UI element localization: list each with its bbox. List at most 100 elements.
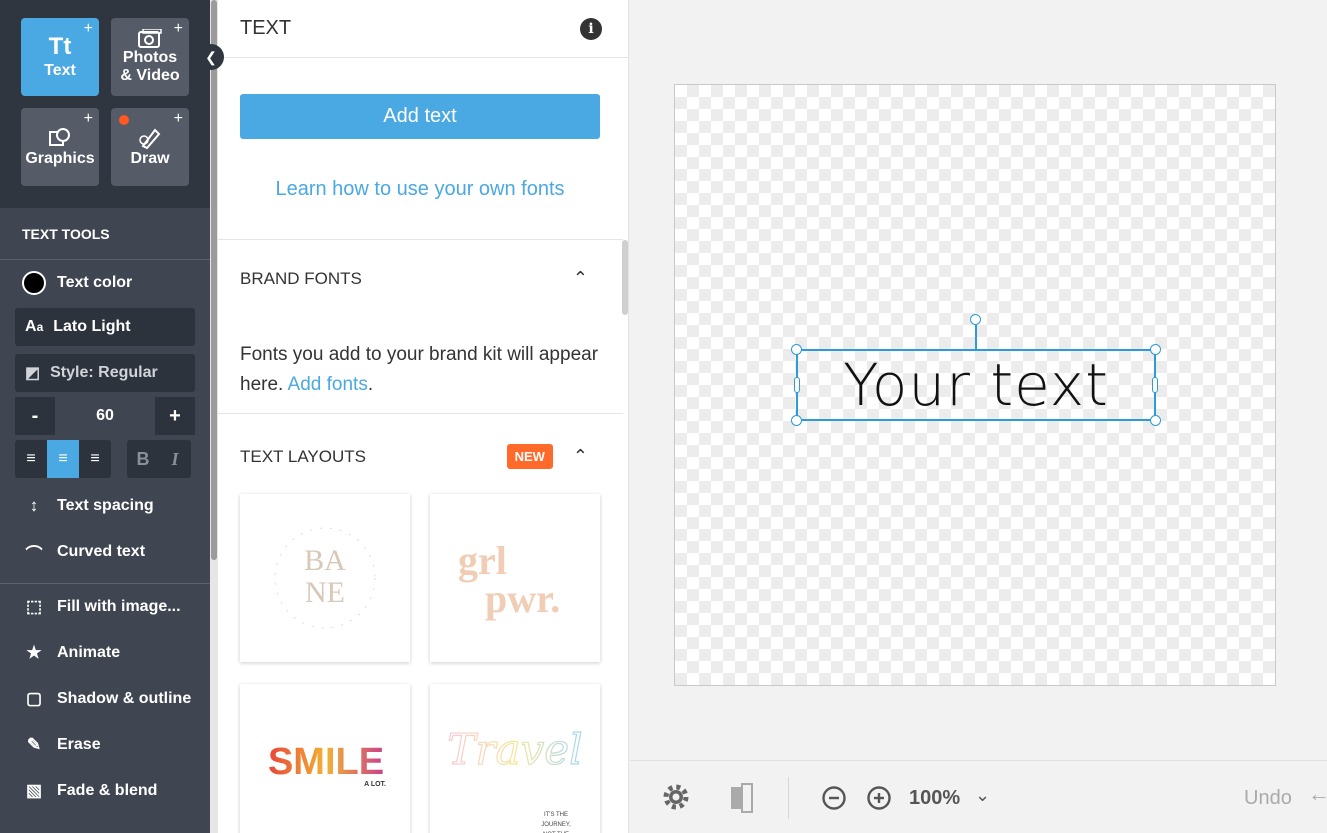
chevron-up-icon[interactable]: ⌃ xyxy=(573,446,588,467)
layout-sub: A LOT. xyxy=(364,781,386,788)
bold-button[interactable]: B xyxy=(127,440,159,478)
font-name: Lato Light xyxy=(53,318,131,335)
plus-circle-icon xyxy=(867,786,891,810)
graphics-tool-button[interactable]: + Graphics xyxy=(21,108,99,186)
fade-icon: ▧ xyxy=(25,781,43,800)
curved-text-row[interactable]: ⌒ Curved text xyxy=(0,529,210,575)
size-increase-button[interactable]: + xyxy=(155,397,195,435)
text-layout-card[interactable]: SMILE A LOT. xyxy=(240,684,410,833)
font-size-stepper[interactable]: - 60 + xyxy=(15,397,195,435)
layout-main: Travel xyxy=(447,725,582,774)
text-tool-button[interactable]: + Tt Text xyxy=(21,18,99,96)
layout-preview: SMILE A LOT. xyxy=(268,741,386,788)
tool-picker: + Tt Text + Photos & Video + Graphics + … xyxy=(0,0,210,208)
format-group: B I xyxy=(127,440,191,478)
text-color-row[interactable]: Text color xyxy=(0,260,210,306)
text-color-swatch[interactable] xyxy=(22,271,46,295)
text-tt-icon: Tt xyxy=(48,33,72,60)
chevron-down-icon[interactable]: ⌄ xyxy=(975,785,990,806)
animate-row[interactable]: ★ Animate xyxy=(0,630,210,676)
shadow-outline-row[interactable]: ▢ Shadow & outline xyxy=(0,676,210,722)
fade-blend-label: Fade & blend xyxy=(57,782,158,799)
alignment-row: ≡ ≡ ≡ B I xyxy=(15,440,195,478)
zoom-out-icon[interactable] xyxy=(821,785,847,811)
resize-handle-br[interactable] xyxy=(1150,415,1161,426)
learn-fonts-link[interactable]: Learn how to use your own fonts xyxy=(240,178,600,201)
text-spacing-label: Text spacing xyxy=(57,497,154,514)
align-left-icon[interactable]: ≡ xyxy=(15,440,47,478)
resize-handle-tl[interactable] xyxy=(791,344,802,355)
draw-tool-button[interactable]: + Draw xyxy=(111,108,189,186)
layout-main-line2: NE xyxy=(305,576,345,609)
text-layouts-title: TEXT LAYOUTS xyxy=(240,446,366,466)
zoom-in-icon[interactable] xyxy=(866,785,892,811)
layout-sub: IT'S THE xyxy=(544,812,568,818)
undo-arrow-icon[interactable]: ← xyxy=(1308,781,1327,807)
scrollbar-thumb[interactable] xyxy=(211,0,217,560)
resize-handle-left[interactable] xyxy=(794,377,800,393)
undo-button[interactable]: Undo xyxy=(1244,787,1292,810)
resize-handle-right[interactable] xyxy=(1152,377,1158,393)
brand-fonts-header[interactable]: BRAND FONTS ⌃ xyxy=(240,268,600,289)
canvas-text[interactable]: Your text xyxy=(798,351,1154,419)
text-spacing-row[interactable]: ↕ Text spacing xyxy=(0,483,210,529)
text-layout-card[interactable]: BA NE xyxy=(240,494,410,662)
text-tools-title: TEXT TOOLS xyxy=(0,208,210,260)
split-view-icon xyxy=(731,783,753,813)
italic-button[interactable]: I xyxy=(159,440,191,478)
info-icon[interactable]: i xyxy=(580,17,602,40)
line-spacing-icon: ↕ xyxy=(29,496,39,515)
rotate-handle[interactable] xyxy=(970,314,981,325)
font-style-picker[interactable]: ◩ Style: Regular xyxy=(15,354,195,392)
artboard[interactable]: Your text xyxy=(674,84,1276,686)
chevron-up-icon[interactable]: ⌃ xyxy=(573,268,588,289)
curve-icon: ⌒ xyxy=(25,544,43,564)
resize-handle-bl[interactable] xyxy=(791,415,802,426)
size-value[interactable]: 60 xyxy=(55,397,155,435)
add-fonts-link[interactable]: Add fonts xyxy=(288,374,368,395)
font-picker[interactable]: Aa Lato Light xyxy=(15,308,195,346)
photos-video-tool-button[interactable]: + Photos & Video xyxy=(111,18,189,96)
fill-with-image-label: Fill with image... xyxy=(57,598,181,615)
align-right-icon[interactable]: ≡ xyxy=(79,440,111,478)
shadow-icon: ▢ xyxy=(25,689,43,708)
notification-dot xyxy=(119,115,129,125)
draw-tool-label: Draw xyxy=(130,150,170,167)
collapse-panel-button[interactable]: ❮ xyxy=(198,44,224,70)
align-group: ≡ ≡ ≡ xyxy=(15,440,111,478)
settings-gear-icon[interactable] xyxy=(660,781,692,813)
erase-row[interactable]: ✎ Erase xyxy=(0,722,210,768)
brand-fonts-description: Fonts you add to your brand kit will app… xyxy=(240,340,600,400)
layout-toggle-icon[interactable] xyxy=(728,781,756,815)
left-toolbar: + Tt Text + Photos & Video + Graphics + … xyxy=(0,0,210,833)
brand-fonts-period: . xyxy=(367,374,374,395)
brand-fonts-title: BRAND FONTS xyxy=(240,268,362,288)
zoom-level[interactable]: 100% xyxy=(909,787,960,810)
text-tool-label: Text xyxy=(44,62,76,79)
align-center-icon[interactable]: ≡ xyxy=(47,440,79,478)
text-layout-card[interactable]: grl pwr. xyxy=(430,494,600,662)
shapes-icon xyxy=(49,128,70,146)
text-layouts-header[interactable]: TEXT LAYOUTS NEW ⌃ xyxy=(240,444,600,469)
toolbar-scrollbar[interactable] xyxy=(210,0,218,833)
plus-icon: + xyxy=(173,110,183,127)
text-element-selection[interactable]: Your text xyxy=(791,344,1161,426)
rotate-handle-line xyxy=(975,325,977,349)
text-panel: TEXT i Add text Learn how to use your ow… xyxy=(218,0,629,833)
fill-with-image-row[interactable]: ⬚ Fill with image... xyxy=(0,584,210,630)
panel-title: TEXT xyxy=(240,17,292,39)
add-text-button[interactable]: Add text xyxy=(240,94,600,139)
divider xyxy=(788,777,789,819)
style-icon: ◩ xyxy=(25,365,41,382)
layout-preview: grl pwr. xyxy=(458,538,560,621)
font-icon: Aa xyxy=(25,318,44,335)
fade-blend-row[interactable]: ▧ Fade & blend xyxy=(0,768,210,814)
panel-scrollbar[interactable] xyxy=(622,240,628,315)
photos-tool-label-line1: Photos xyxy=(122,49,178,66)
text-layout-card[interactable]: Travel IT'S THE JOURNEY, NOT THE xyxy=(430,684,600,833)
canvas-area: Your text xyxy=(630,0,1327,760)
resize-handle-tr[interactable] xyxy=(1150,344,1161,355)
panel-header: TEXT i xyxy=(218,0,628,58)
size-decrease-button[interactable]: - xyxy=(15,397,55,435)
chevron-left-icon: ❮ xyxy=(205,48,217,65)
